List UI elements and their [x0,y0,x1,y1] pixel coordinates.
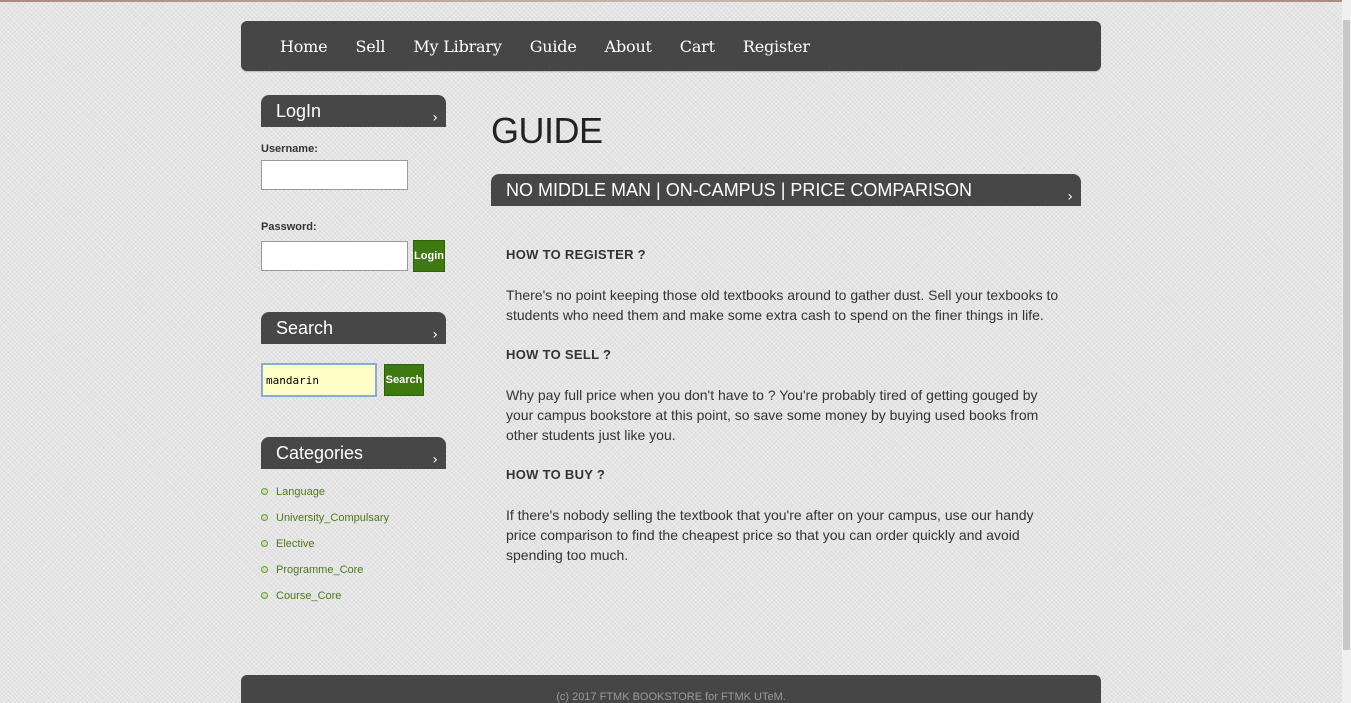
username-field[interactable] [261,160,408,190]
sidebar: LogIn › Username: Password: Login Search… [261,95,446,609]
category-label: Language [276,486,325,498]
nav-home[interactable]: Home [266,37,341,56]
bullet-icon [261,488,268,495]
guide-banner: NO MIDDLE MAN | ON-CAMPUS | PRICE COMPAR… [491,174,1081,206]
scrollbar-thumb[interactable] [1343,20,1350,650]
search-button[interactable]: Search [384,364,424,396]
footer-copyright: (c) 2017 FTMK BOOKSTORE for FTMK UTeM. [556,691,786,703]
bullet-icon [261,514,268,521]
chevron-right-icon: › [1067,189,1073,205]
category-course-core[interactable]: Course_Core [261,583,446,609]
category-label: Elective [276,538,315,550]
username-label: Username: [261,143,318,155]
category-label: Programme_Core [276,564,364,576]
page-title: GUIDE [491,110,603,151]
nav-list: Home Sell My Library Guide About Cart Re… [241,21,1101,71]
section-text-register: There's no point keeping those old textb… [506,287,1059,323]
category-elective[interactable]: Elective [261,531,446,557]
page-scrollbar[interactable] [1342,0,1351,703]
login-button[interactable]: Login [413,240,445,272]
section-text-sell: Why pay full price when you don't have t… [506,387,1039,443]
bullet-icon [261,566,268,573]
footer: (c) 2017 FTMK BOOKSTORE for FTMK UTeM. [241,675,1101,703]
categories-box: Categories › Language University_Compuls… [261,437,446,609]
nav-sell[interactable]: Sell [341,37,399,56]
login-box: LogIn › Username: Password: Login [261,95,446,272]
bullet-icon [261,540,268,547]
bullet-icon [261,592,268,599]
login-header: LogIn › [261,95,446,127]
section-heading-sell: HOW TO SELL ? [506,347,612,362]
login-title: LogIn [276,101,322,121]
section-heading-register: HOW TO REGISTER ? [506,247,646,262]
guide-content: HOW TO REGISTER ? There's no point keepi… [506,245,1061,585]
password-label: Password: [261,221,317,233]
nav-guide[interactable]: Guide [516,37,591,56]
section-heading-buy: HOW TO BUY ? [506,467,606,482]
search-input[interactable] [261,363,377,397]
nav-register[interactable]: Register [729,37,824,56]
chevron-right-icon: › [432,110,438,126]
category-university-compulsary[interactable]: University_Compulsary [261,505,446,531]
password-field[interactable] [261,241,408,271]
category-programme-core[interactable]: Programme_Core [261,557,446,583]
nav-my-library[interactable]: My Library [399,37,515,56]
username-group: Username: [261,143,446,190]
category-label: Course_Core [276,590,342,602]
nav-cart[interactable]: Cart [666,37,729,56]
categories-header: Categories › [261,437,446,469]
banner-text: NO MIDDLE MAN | ON-CAMPUS | PRICE COMPAR… [506,180,973,200]
nav-about[interactable]: About [591,37,666,56]
search-box: Search › Search [261,312,446,397]
categories-title: Categories [276,443,364,463]
search-title: Search [276,318,334,338]
top-accent-bar [0,0,1351,2]
section-text-buy: If there's nobody selling the textbook t… [506,507,1034,563]
chevron-right-icon: › [432,327,438,343]
main-navigation: Home Sell My Library Guide About Cart Re… [241,21,1101,71]
search-row: Search [261,363,446,397]
category-language[interactable]: Language [261,479,446,505]
password-group: Password: Login [261,221,446,272]
category-label: University_Compulsary [276,512,390,524]
chevron-right-icon: › [432,452,438,468]
category-list: Language University_Compulsary Elective … [261,479,446,609]
search-header: Search › [261,312,446,344]
